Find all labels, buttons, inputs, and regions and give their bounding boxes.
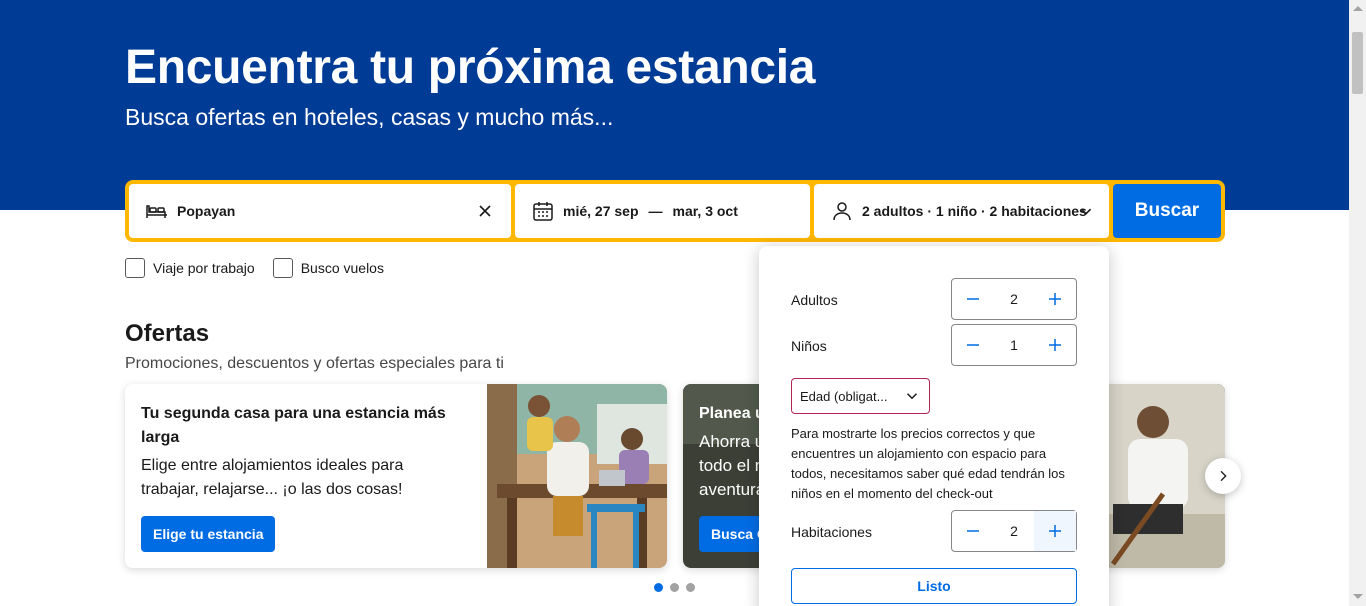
child-age-note: Para mostrarte los precios correctos y q… bbox=[791, 426, 1065, 501]
adults-increase-button[interactable] bbox=[1034, 279, 1076, 319]
rooms-label: Habitaciones bbox=[791, 524, 872, 540]
adults-value: 2 bbox=[1010, 291, 1018, 307]
hero-banner: Encuentra tu próxima estancia Busca ofer… bbox=[0, 0, 1349, 210]
person-icon bbox=[833, 202, 851, 221]
offers-title: Ofertas bbox=[125, 320, 210, 347]
calendar-icon bbox=[533, 202, 553, 221]
children-stepper: 1 bbox=[951, 324, 1077, 366]
rooms-value: 2 bbox=[1010, 523, 1018, 539]
offer-card-heading: Tu segunda casa para una estancia más la… bbox=[141, 405, 446, 446]
date-from: mié, 27 sep bbox=[563, 203, 639, 219]
scroll-down-icon[interactable] bbox=[1353, 594, 1363, 599]
offer-card-photo bbox=[487, 384, 667, 568]
offer-card-description: Elige entre alojamientos ideales para tr… bbox=[141, 457, 404, 498]
minus-icon bbox=[967, 530, 979, 532]
checkbox-label: Busco vuelos bbox=[300, 260, 384, 276]
child-age-placeholder: Edad (obligat... bbox=[800, 388, 888, 404]
chevron-down-icon bbox=[1080, 208, 1092, 215]
destination-value: Popayan bbox=[177, 203, 236, 219]
page-title: Encuentra tu próxima estancia bbox=[125, 41, 816, 94]
scrollbar-thumb[interactable] bbox=[1352, 32, 1363, 94]
carousel-dot[interactable] bbox=[654, 583, 663, 592]
offer-card[interactable]: Tu segunda casa para una estancia más la… bbox=[125, 384, 667, 568]
choose-stay-button[interactable]: Elige tu estancia bbox=[141, 516, 276, 552]
page-subtitle: Busca ofertas en hoteles, casas y mucho … bbox=[125, 104, 614, 130]
clear-destination-icon[interactable] bbox=[473, 199, 497, 223]
rooms-increase-button[interactable] bbox=[1034, 511, 1076, 551]
date-field[interactable]: mié, 27 sep — mar, 3 oct bbox=[515, 184, 810, 238]
business-trip-checkbox[interactable]: Viaje por trabajo bbox=[125, 258, 255, 278]
carousel-next-button[interactable] bbox=[1205, 458, 1241, 494]
flights-checkbox[interactable]: Busco vuelos bbox=[272, 258, 384, 278]
rooms-decrease-button[interactable] bbox=[952, 511, 994, 551]
children-value: 1 bbox=[1010, 337, 1018, 353]
child-age-select[interactable]: Edad (obligat... bbox=[791, 378, 930, 414]
occupancy-field[interactable]: 2 adultos · 1 niño · 2 habitaciones bbox=[814, 184, 1109, 238]
checkbox-box[interactable] bbox=[272, 258, 293, 278]
chevron-down-icon bbox=[906, 393, 918, 400]
checkbox-box[interactable] bbox=[125, 258, 145, 278]
children-label: Niños bbox=[791, 338, 827, 354]
children-increase-button[interactable] bbox=[1034, 325, 1076, 365]
date-to: mar, 3 oct bbox=[672, 203, 738, 219]
bed-icon bbox=[146, 205, 167, 218]
carousel-dot[interactable] bbox=[670, 583, 679, 592]
minus-icon bbox=[967, 344, 979, 346]
destination-field[interactable]: Popayan bbox=[129, 184, 511, 238]
date-separator: — bbox=[648, 203, 663, 219]
search-button[interactable]: Buscar bbox=[1113, 184, 1221, 238]
occupancy-popup: Adultos 2 Niños 1 Edad (obligat... Para … bbox=[759, 246, 1109, 606]
chevron-right-icon bbox=[1220, 470, 1227, 482]
carousel-dot[interactable] bbox=[686, 583, 695, 592]
adults-label: Adultos bbox=[791, 292, 838, 308]
carousel-dots bbox=[654, 583, 695, 592]
offers-subtitle: Promociones, descuentos y ofertas especi… bbox=[125, 355, 504, 372]
search-bar: Popayan mié, 27 sep — mar, 3 oct 2 adult… bbox=[125, 180, 1225, 242]
scroll-up-icon[interactable] bbox=[1353, 6, 1363, 11]
minus-icon bbox=[967, 298, 979, 300]
plus-icon bbox=[1049, 339, 1061, 351]
adults-stepper: 2 bbox=[951, 278, 1077, 320]
checkbox-label: Viaje por trabajo bbox=[153, 260, 255, 276]
rooms-stepper: 2 bbox=[951, 510, 1077, 552]
offer-card-text: Tu segunda casa para una estancia más la… bbox=[141, 402, 461, 502]
plus-icon bbox=[1049, 293, 1061, 305]
plus-icon bbox=[1049, 525, 1061, 537]
done-button[interactable]: Listo bbox=[791, 568, 1077, 604]
children-decrease-button[interactable] bbox=[952, 325, 994, 365]
search-options: Viaje por trabajo Busco vuelos bbox=[125, 258, 402, 278]
occupancy-value: 2 adultos · 1 niño · 2 habitaciones bbox=[862, 203, 1087, 219]
adults-decrease-button[interactable] bbox=[952, 279, 994, 319]
